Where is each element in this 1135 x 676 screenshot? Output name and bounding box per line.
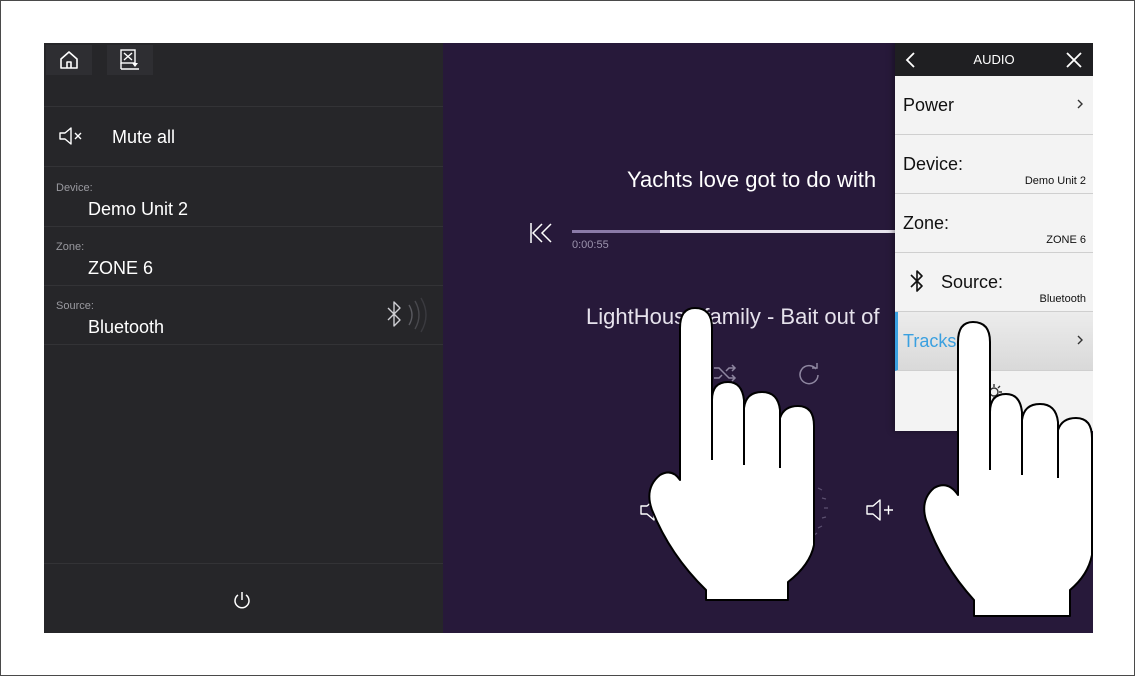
zone-row[interactable]: Zone: ZONE 6 (44, 227, 443, 286)
menu-item-power-label: Power (903, 95, 955, 115)
power-icon[interactable] (231, 589, 253, 611)
menu-item-power[interactable]: Power (895, 76, 1093, 135)
audio-menu-header: AUDIO (895, 43, 1093, 76)
device-row[interactable]: Device: Demo Unit 2 (44, 168, 443, 227)
bottom-bar (44, 563, 443, 633)
source-row[interactable]: Source: Bluetooth (44, 286, 443, 345)
no-chart-icon (120, 49, 139, 70)
mute-all-label: Mute all (112, 127, 176, 147)
menu-item-zone-value: ZONE 6 (1046, 234, 1086, 246)
menu-item-source-value: Bluetooth (1039, 293, 1086, 305)
menu-item-source[interactable]: Source: Bluetooth (895, 253, 1093, 312)
audio-menu-title: AUDIO (973, 52, 1015, 67)
top-toolbar (44, 43, 443, 107)
menu-item-device-label: Device: (903, 154, 964, 174)
menu-item-zone[interactable]: Zone: ZONE 6 (895, 194, 1093, 253)
chevron-right-icon (1077, 99, 1083, 109)
mute-all-button[interactable]: Mute all (44, 108, 443, 167)
hand-tap-illustration (923, 321, 1093, 617)
device-value: Demo Unit 2 (88, 199, 189, 219)
menu-item-device[interactable]: Device: Demo Unit 2 (895, 135, 1093, 194)
volume-up-icon[interactable] (864, 495, 896, 525)
song-title: Yachts love got to do with (627, 167, 877, 192)
device-label: Device: (56, 182, 93, 194)
bluetooth-icon (387, 297, 427, 333)
menu-item-zone-label: Zone: (903, 213, 950, 233)
home-icon (60, 51, 78, 69)
home-button[interactable] (46, 45, 92, 75)
no-chart-button[interactable] (107, 45, 153, 75)
mute-icon (59, 127, 82, 145)
source-value: Bluetooth (88, 317, 165, 337)
menu-item-source-label: Source: (941, 272, 1004, 292)
previous-track-icon[interactable] (528, 221, 554, 245)
progress-fill (572, 230, 660, 233)
audio-sidebar: Mute all Device: Demo Unit 2 Zone: ZONE … (44, 43, 443, 633)
hand-tap-illustration (648, 307, 815, 601)
source-label: Source: (56, 300, 94, 312)
elapsed-time: 0:00:55 (572, 239, 609, 251)
zone-value: ZONE 6 (88, 258, 154, 278)
zone-label: Zone: (56, 241, 85, 253)
menu-item-device-value: Demo Unit 2 (1024, 175, 1086, 187)
close-icon[interactable] (1065, 51, 1083, 69)
bluetooth-icon (910, 270, 923, 292)
progress-bar[interactable] (572, 230, 897, 233)
